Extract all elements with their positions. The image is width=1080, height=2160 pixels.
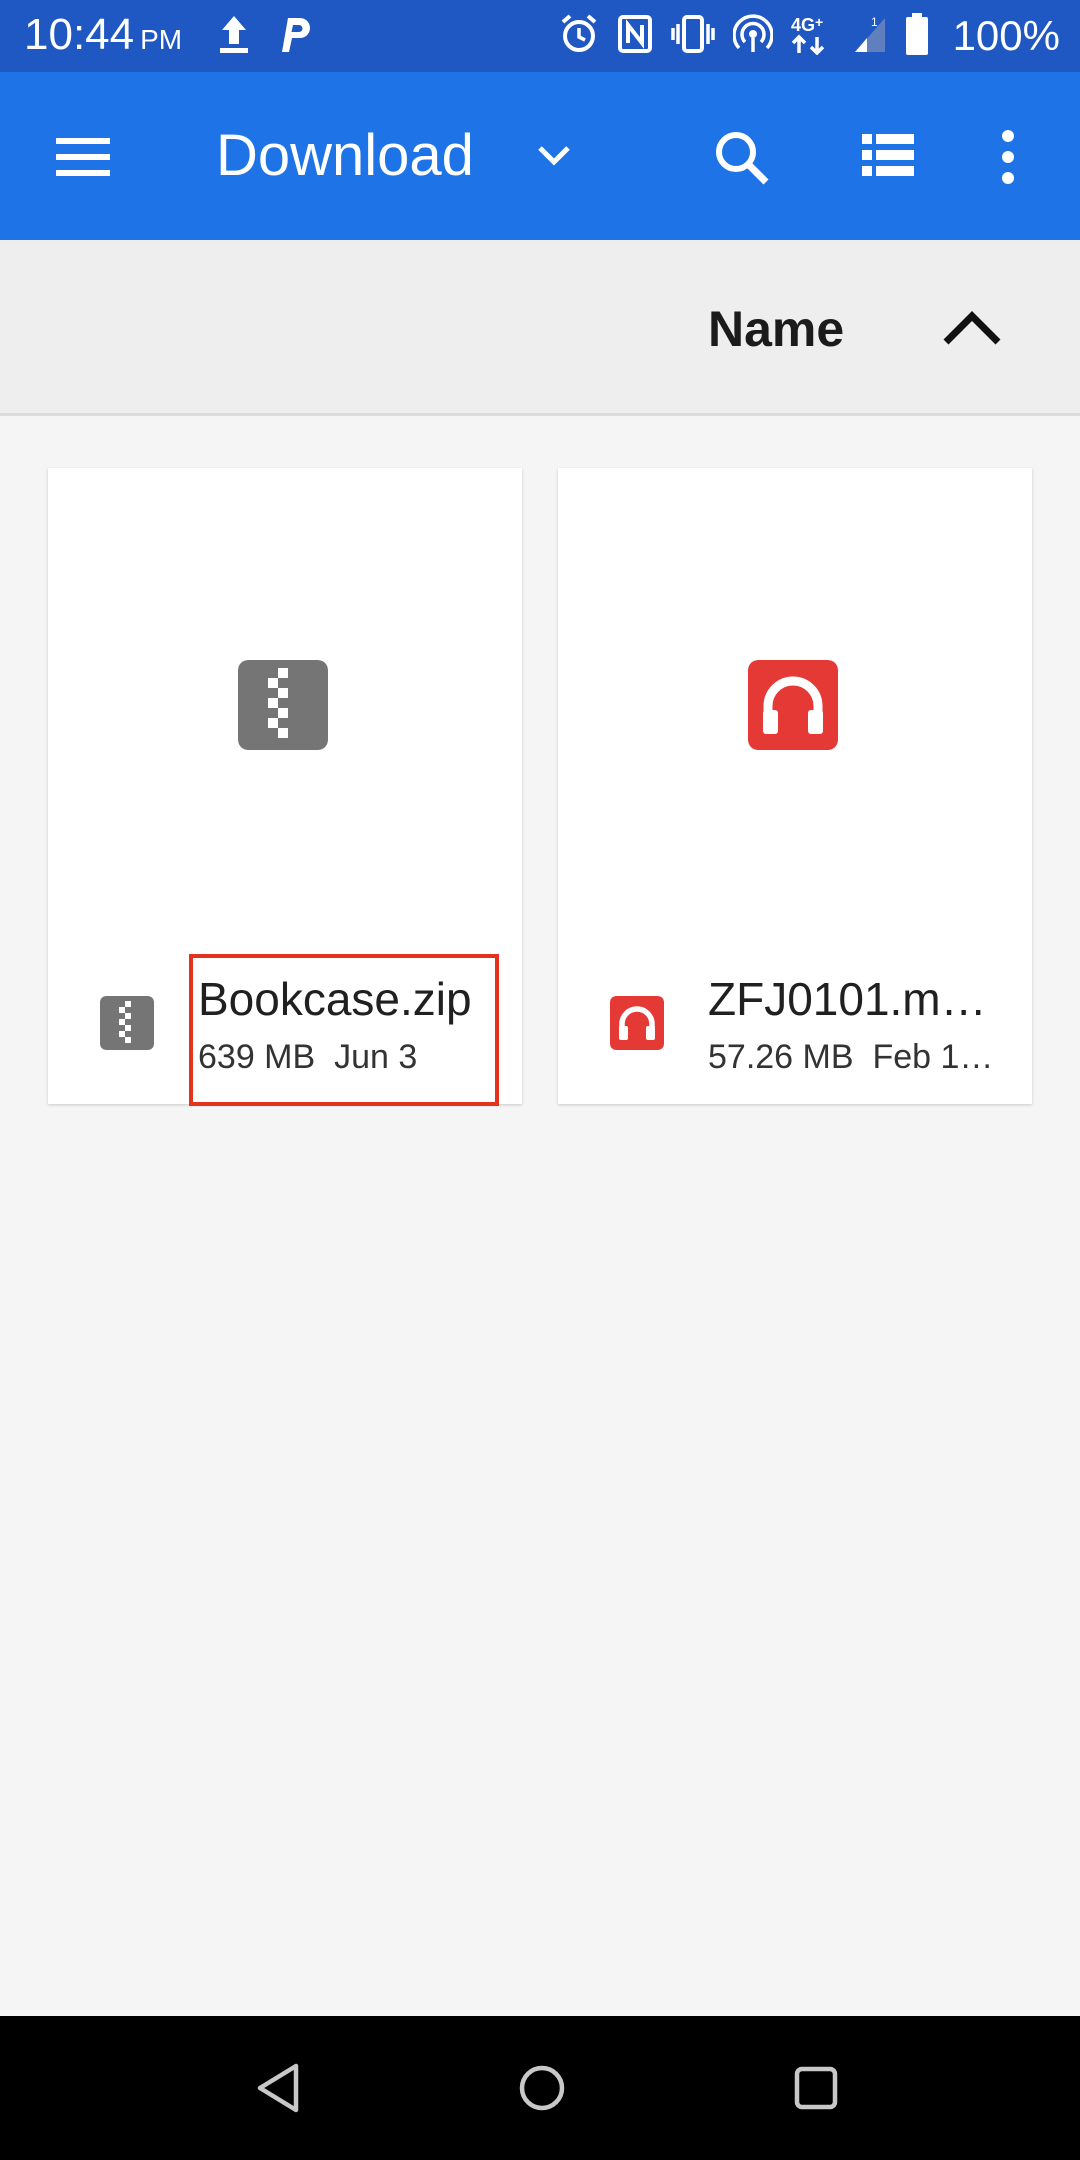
navigation-bar bbox=[0, 2016, 1080, 2160]
file-meta: 57.26 MB Feb 1… bbox=[708, 1038, 1018, 1077]
menu-button[interactable] bbox=[50, 126, 116, 190]
zip-icon bbox=[238, 660, 328, 750]
svg-text:4G: 4G bbox=[791, 15, 815, 35]
file-size: 57.26 MB bbox=[708, 1038, 854, 1076]
svg-text:1: 1 bbox=[871, 15, 878, 29]
file-date: Feb 1… bbox=[872, 1038, 994, 1076]
recents-icon bbox=[794, 2066, 838, 2110]
sort-direction-button[interactable] bbox=[942, 302, 1002, 356]
vibrate-icon bbox=[670, 14, 715, 58]
folder-title[interactable]: Download bbox=[216, 122, 474, 189]
folder-dropdown-button[interactable] bbox=[532, 134, 576, 182]
signal-icon: 1 bbox=[853, 14, 887, 58]
file-name: Bookcase.zip bbox=[198, 973, 472, 1025]
alarm-icon bbox=[559, 12, 599, 60]
search-icon bbox=[716, 132, 769, 185]
file-date: Jun 3 bbox=[334, 1038, 418, 1076]
menu-icon bbox=[56, 138, 110, 176]
file-card[interactable]: ZFJ0101.m… 57.26 MB Feb 1… bbox=[558, 468, 1032, 1104]
upload-icon bbox=[216, 12, 252, 60]
battery-percent: 100% bbox=[952, 12, 1060, 59]
view-toggle-button[interactable] bbox=[860, 130, 916, 186]
sort-by-name-button[interactable]: Name bbox=[708, 300, 844, 358]
zip-icon bbox=[100, 996, 154, 1050]
status-bar: 10:44 PM 4G + 1 100% bbox=[0, 0, 1080, 72]
status-time-ampm: PM bbox=[140, 24, 183, 55]
status-time: 10:44 PM bbox=[24, 10, 182, 60]
sort-bar: Name bbox=[0, 240, 1080, 416]
search-button[interactable] bbox=[710, 126, 774, 194]
status-time-value: 10:44 bbox=[24, 10, 135, 59]
list-view-icon bbox=[862, 134, 914, 176]
recents-button[interactable] bbox=[788, 2060, 844, 2120]
more-vert-icon bbox=[1002, 130, 1014, 184]
app-bar: Download bbox=[0, 72, 1080, 240]
file-name: ZFJ0101.m… bbox=[708, 973, 987, 1025]
file-meta: 639 MB Jun 3 bbox=[198, 1038, 508, 1077]
4g-lte-icon: 4G + bbox=[791, 13, 835, 59]
more-options-button[interactable] bbox=[996, 126, 1020, 194]
chevron-down-icon bbox=[538, 146, 570, 166]
svg-text:+: + bbox=[815, 14, 823, 30]
file-size: 639 MB bbox=[198, 1038, 316, 1076]
file-card[interactable]: Bookcase.zip 639 MB Jun 3 bbox=[48, 468, 522, 1104]
battery-icon bbox=[905, 13, 929, 59]
parking-app-icon bbox=[274, 12, 314, 60]
home-icon bbox=[519, 2065, 565, 2111]
audio-icon bbox=[748, 660, 838, 750]
back-button[interactable] bbox=[250, 2060, 306, 2120]
audio-icon bbox=[610, 996, 664, 1050]
hotspot-icon bbox=[731, 14, 774, 58]
home-button[interactable] bbox=[514, 2060, 570, 2120]
back-icon bbox=[257, 2063, 299, 2113]
nfc-icon bbox=[617, 14, 653, 58]
chevron-up-icon bbox=[943, 311, 1001, 345]
